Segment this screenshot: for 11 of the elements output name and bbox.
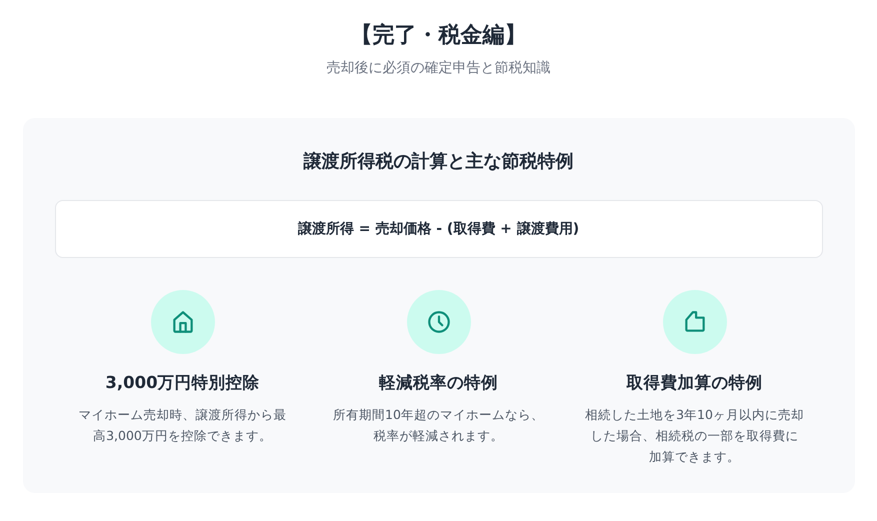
feature-description: 所有期間10年超のマイホームなら、 税率が軽減されます。 [333, 406, 544, 445]
feature-title: 取得費加算の特例 [626, 372, 762, 394]
feature-description: 相続した土地を3年10ヶ月以内に売却 した場合、相続税の一部を取得費に 加算できます。 [585, 406, 804, 466]
page-title: 【完了・税金編】 [350, 22, 526, 50]
clock-icon [426, 309, 452, 335]
card-title: 譲渡所得税の計算と主な節税特例 [304, 150, 574, 174]
feature-title: 軽減税率の特例 [379, 372, 498, 394]
feature-description: マイホーム売却時、譲渡所得から最 高3,000万円を控除できます。 [78, 406, 286, 445]
page-subtitle: 売却後に必須の確定申告と節税知識 [326, 59, 550, 78]
formula-box: 譲渡所得 = 売却価格 - (取得費 + 譲渡費用) [54, 200, 822, 258]
feature-title: 3,000万円特別控除 [105, 372, 260, 394]
